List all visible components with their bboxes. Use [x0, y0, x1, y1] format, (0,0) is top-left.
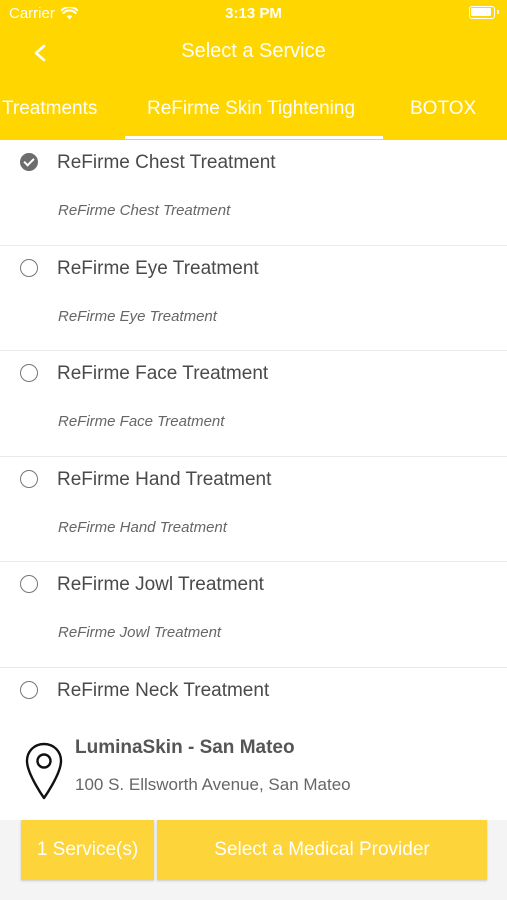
- radio-unchecked-icon[interactable]: [20, 258, 38, 277]
- page-title: Select a Service: [181, 40, 326, 62]
- tab-treatments[interactable]: Treatments: [2, 98, 97, 120]
- service-title: ReFirme Jowl Treatment: [57, 574, 264, 595]
- service-item[interactable]: ReFirme Face Treatment ReFirme Face Trea…: [0, 351, 507, 457]
- radio-unchecked-icon[interactable]: [20, 469, 38, 488]
- location-address: 100 S. Ellsworth Avenue, San Mateo: [75, 775, 351, 794]
- bottom-bar: 1 Service(s) Select a Medical Provider: [0, 820, 507, 900]
- battery-icon: [469, 6, 499, 19]
- service-description: ReFirme Chest Treatment: [58, 202, 231, 219]
- select-provider-button[interactable]: Select a Medical Provider: [157, 820, 487, 880]
- location-panel: LuminaSkin - San Mateo 100 S. Ellsworth …: [0, 715, 507, 820]
- service-description: ReFirme Eye Treatment: [58, 307, 217, 325]
- header: Carrier 3:13 PM Select a Service Treatme…: [0, 0, 507, 140]
- radio-checked-icon[interactable]: [20, 153, 38, 171]
- radio-unchecked-icon[interactable]: [20, 364, 38, 382]
- category-tabs: Treatments ReFirme Skin Tightening BOTOX: [0, 86, 507, 140]
- services-count-button[interactable]: 1 Service(s): [21, 820, 154, 880]
- service-description: ReFirme Jowl Treatment: [58, 624, 222, 641]
- service-title: ReFirme Hand Treatment: [57, 468, 272, 490]
- service-item[interactable]: ReFirme Chest Treatment ReFirme Chest Tr…: [0, 140, 507, 246]
- service-description: ReFirme Hand Treatment: [58, 518, 227, 536]
- radio-unchecked-icon[interactable]: [20, 680, 38, 699]
- service-item[interactable]: ReFirme Jowl Treatment ReFirme Jowl Trea…: [0, 562, 507, 668]
- service-item[interactable]: ReFirme Hand Treatment ReFirme Hand Trea…: [0, 457, 507, 562]
- tab-botox[interactable]: BOTOX: [410, 98, 476, 120]
- service-title: ReFirme Chest Treatment: [57, 152, 276, 173]
- nav-bar: Select a Service: [0, 30, 507, 74]
- status-time: 3:13 PM: [225, 5, 282, 22]
- tab-refirme-skin-tightening[interactable]: ReFirme Skin Tightening: [147, 98, 355, 120]
- service-title: ReFirme Eye Treatment: [57, 257, 259, 279]
- radio-unchecked-icon[interactable]: [20, 575, 38, 593]
- service-description: ReFirme Face Treatment: [58, 413, 225, 430]
- active-tab-indicator: [125, 136, 383, 139]
- location-name: LuminaSkin - San Mateo: [75, 737, 295, 758]
- service-item[interactable]: ReFirme Eye Treatment ReFirme Eye Treatm…: [0, 246, 507, 351]
- service-title: ReFirme Face Treatment: [57, 363, 269, 384]
- location-pin-icon: [25, 742, 63, 800]
- service-list: ReFirme Chest Treatment ReFirme Chest Tr…: [0, 140, 507, 773]
- status-bar: Carrier 3:13 PM: [0, 0, 507, 28]
- service-title: ReFirme Neck Treatment: [57, 679, 270, 701]
